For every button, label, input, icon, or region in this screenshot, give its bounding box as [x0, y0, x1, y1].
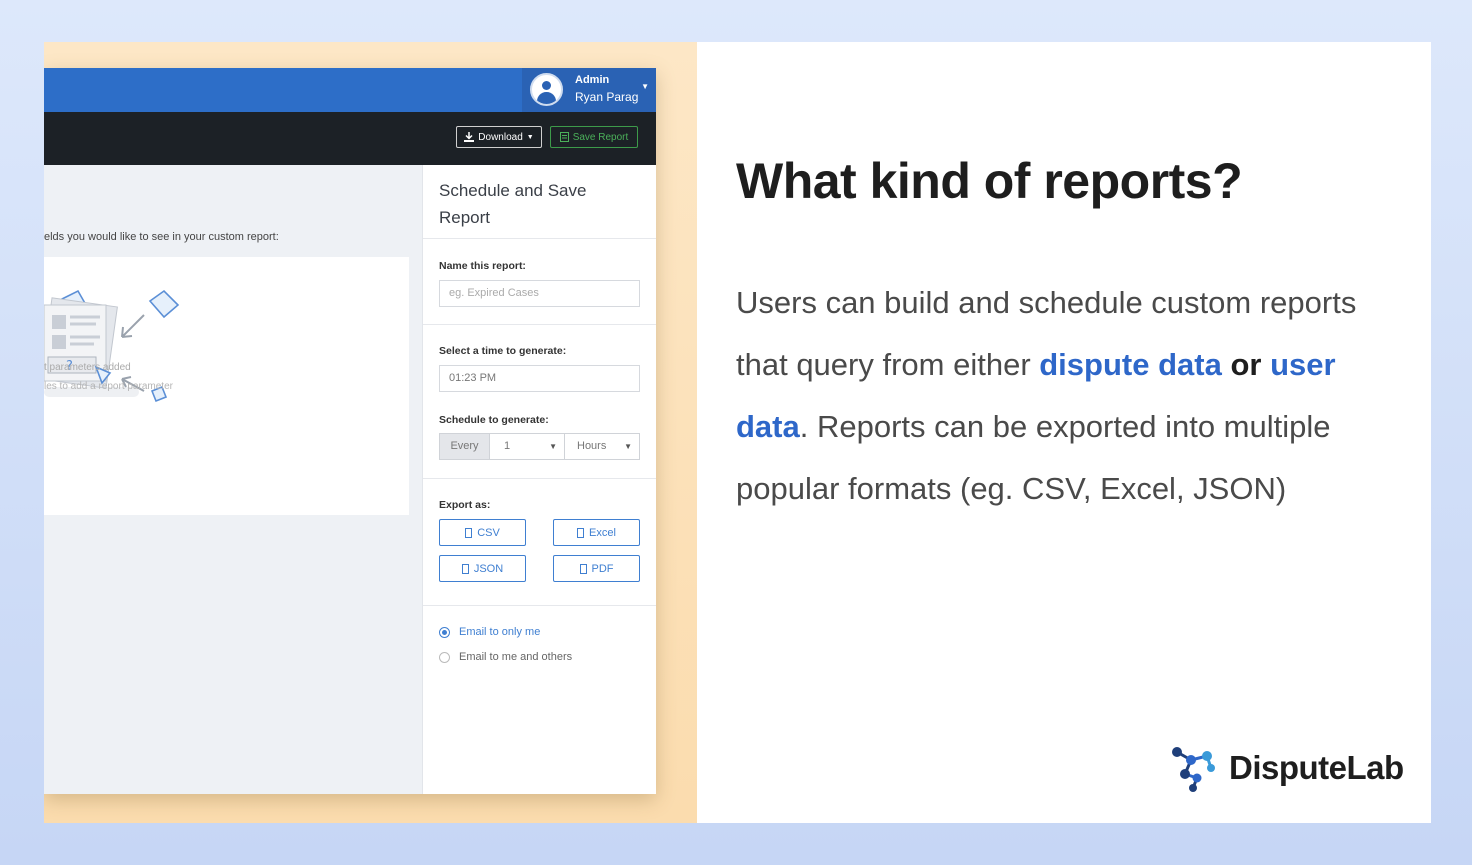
- schedule-number-select[interactable]: 1 ▼: [490, 433, 565, 460]
- export-excel-button[interactable]: Excel: [553, 519, 640, 546]
- app-toolbar: Download ▼ Save Report: [44, 112, 656, 165]
- schedule-every-addon: Every: [439, 433, 490, 460]
- screenshot-panel: Admin Ryan Parag ▼ Download ▼ Save Repor…: [44, 42, 697, 823]
- email-only-me-label: Email to only me: [459, 626, 541, 638]
- file-icon: [579, 563, 587, 574]
- brand-logo: DisputeLab: [1167, 742, 1404, 794]
- time-input[interactable]: 01:23 PM: [439, 365, 640, 392]
- export-json-button[interactable]: JSON: [439, 555, 526, 582]
- chevron-down-icon: ▼: [526, 133, 534, 141]
- export-json-label: JSON: [473, 562, 504, 575]
- slide: Admin Ryan Parag ▼ Download ▼ Save Repor…: [44, 42, 1431, 823]
- user-avatar-icon: [530, 73, 563, 106]
- report-builder-area: elds you would like to see in your custo…: [44, 165, 422, 794]
- email-others-label: Email to me and others: [459, 651, 573, 663]
- export-pdf-label: PDF: [591, 562, 614, 575]
- save-report-label: Save Report: [572, 131, 629, 143]
- save-report-button[interactable]: Save Report: [550, 126, 638, 148]
- schedule-number-value: 1: [504, 440, 511, 452]
- file-icon: [461, 563, 469, 574]
- chevron-down-icon: ▼: [549, 442, 557, 451]
- schedule-label: Schedule to generate:: [439, 414, 549, 426]
- brand-name: DisputeLab: [1229, 749, 1404, 786]
- sidebar-title: Schedule and Save Report: [439, 181, 587, 227]
- schedule-unit-value: Hours: [577, 440, 607, 452]
- dispute-data-highlight: dispute data: [1039, 347, 1222, 382]
- slide-heading: What kind of reports?: [736, 153, 1243, 209]
- app-screenshot: Admin Ryan Parag ▼ Download ▼ Save Repor…: [44, 68, 656, 794]
- empty-state-title: t parameters added: [44, 362, 131, 373]
- file-icon: [577, 527, 585, 538]
- chevron-down-icon: ▼: [641, 82, 649, 91]
- slide-body: Users can build and schedule custom repo…: [736, 272, 1376, 520]
- body-text-part2: . Reports can be exported into multiple …: [736, 409, 1331, 506]
- schedule-control: Every 1 ▼ Hours ▼: [439, 433, 640, 460]
- export-csv-label: CSV: [477, 526, 500, 539]
- chevron-down-icon: ▼: [624, 442, 632, 451]
- radio-unselected[interactable]: [439, 651, 450, 663]
- text-panel: What kind of reports? Users can build an…: [697, 42, 1431, 823]
- divider: [423, 324, 656, 325]
- report-name-input[interactable]: eg. Expired Cases: [439, 280, 640, 307]
- user-name: Ryan Parag: [575, 90, 639, 104]
- file-icon: [465, 527, 473, 538]
- email-others-option[interactable]: Email to me and others: [439, 651, 572, 663]
- download-label: Download: [478, 131, 523, 143]
- divider: [423, 605, 656, 606]
- export-excel-label: Excel: [589, 526, 616, 539]
- download-button[interactable]: Download ▼: [456, 126, 542, 148]
- email-only-me-option[interactable]: Email to only me: [439, 626, 540, 638]
- divider: [423, 478, 656, 479]
- disputelab-logo-icon: [1172, 747, 1215, 792]
- time-label: Select a time to generate:: [439, 345, 567, 357]
- download-icon: [464, 132, 475, 142]
- divider: [423, 238, 656, 239]
- save-icon: [559, 132, 569, 142]
- empty-state-hint: les to add a report parameter: [44, 381, 173, 392]
- export-label: Export as:: [439, 499, 491, 511]
- schedule-sidebar: Schedule and Save Report Name this repor…: [422, 165, 656, 794]
- user-menu[interactable]: Admin Ryan Parag ▼: [522, 68, 656, 112]
- schedule-unit-select[interactable]: Hours ▼: [565, 433, 640, 460]
- app-topbar: Admin Ryan Parag ▼: [44, 68, 656, 112]
- user-role: Admin: [575, 74, 610, 86]
- instruction-text: elds you would like to see in your custo…: [44, 231, 279, 243]
- connector-or: or: [1230, 347, 1262, 382]
- radio-selected[interactable]: [439, 626, 450, 638]
- export-csv-button[interactable]: CSV: [439, 519, 526, 546]
- name-report-label: Name this report:: [439, 260, 526, 272]
- export-pdf-button[interactable]: PDF: [553, 555, 640, 582]
